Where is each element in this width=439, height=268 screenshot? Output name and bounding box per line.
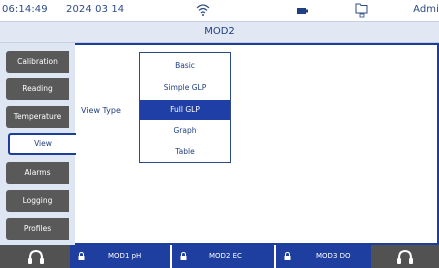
page-title: MOD2: [204, 26, 235, 37]
headphones-icon: [28, 249, 44, 264]
tab-calibration[interactable]: Calibration: [6, 51, 69, 73]
module-tab-mod2[interactable]: MOD2 EC: [172, 245, 274, 268]
status-bar: 06:14:49 2024 03 14 Admi: [0, 0, 439, 21]
module-label: MOD3 DO: [316, 252, 351, 260]
tab-logging[interactable]: Logging: [6, 190, 69, 212]
tab-temperature[interactable]: Temperature: [6, 106, 69, 128]
user-label[interactable]: Admi: [413, 4, 439, 15]
module-tab-mod3[interactable]: MOD3 DO: [276, 245, 371, 268]
battery-icon: [297, 8, 308, 14]
option-full-glp[interactable]: Full GLP: [140, 100, 230, 120]
module-label: MOD2 EC: [209, 252, 242, 260]
tab-profiles[interactable]: Profiles: [6, 218, 69, 240]
lock-icon: [78, 252, 85, 260]
tab-view[interactable]: View: [8, 133, 76, 155]
option-graph[interactable]: Graph: [140, 121, 230, 141]
title-bar: MOD2: [0, 21, 439, 43]
view-type-dropdown[interactable]: Basic Simple GLP Full GLP Graph Table: [139, 52, 231, 163]
left-headphones-button[interactable]: [0, 245, 70, 268]
lock-icon: [284, 252, 291, 260]
date: 2024 03 14: [66, 4, 125, 15]
folder-usb-icon[interactable]: [355, 2, 368, 18]
module-label: MOD1 pH: [108, 252, 142, 260]
wifi-icon: [196, 4, 210, 16]
tab-alarms[interactable]: Alarms: [6, 162, 69, 184]
clock-time: 06:14:49: [2, 4, 48, 15]
option-simple-glp[interactable]: Simple GLP: [140, 78, 230, 98]
content-panel: [75, 43, 439, 245]
lock-icon: [180, 252, 187, 260]
module-tab-mod1[interactable]: MOD1 pH: [70, 245, 170, 268]
option-basic[interactable]: Basic: [140, 56, 230, 76]
tab-reading[interactable]: Reading: [6, 78, 69, 100]
option-table[interactable]: Table: [140, 142, 230, 162]
module-bar: MOD1 pH MOD2 EC MOD3 DO: [0, 245, 439, 268]
headphones-icon: [397, 249, 413, 264]
right-headphones-button[interactable]: [371, 245, 439, 268]
view-type-label: View Type: [81, 106, 121, 115]
